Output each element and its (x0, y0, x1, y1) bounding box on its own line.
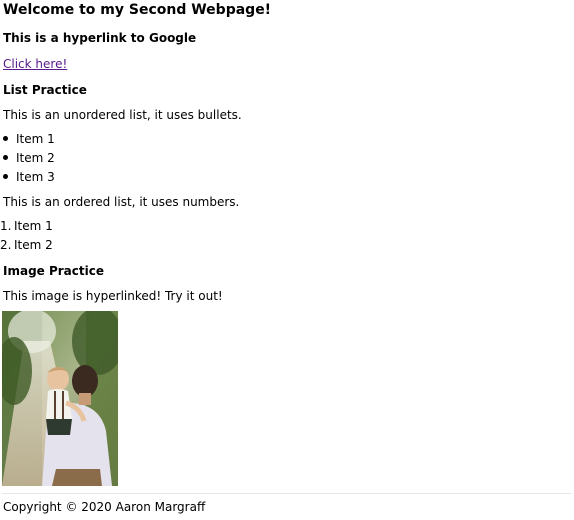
unordered-list-item: Item 2 (3, 151, 55, 165)
list-practice-heading: List Practice (3, 83, 87, 97)
unordered-list-item: Item 1 (3, 132, 55, 146)
unordered-item-label: Item 1 (16, 132, 55, 146)
ordered-list-item: 1. Item 1 (0, 219, 53, 233)
hyperlinked-photo[interactable] (2, 311, 118, 486)
list-number: 2. (0, 238, 12, 252)
list-number: 1. (0, 219, 12, 233)
hyperlink-heading: This is a hyperlink to Google (3, 31, 197, 45)
ordered-item-label: Item 2 (14, 238, 53, 252)
image-description: This image is hyperlinked! Try it out! (3, 289, 223, 303)
ordered-list-item: 2. Item 2 (0, 238, 53, 252)
unordered-item-label: Item 3 (16, 170, 55, 184)
ordered-list-description: This is an ordered list, it uses numbers… (3, 195, 240, 209)
footer-divider (2, 493, 572, 494)
unordered-item-label: Item 2 (16, 151, 55, 165)
copyright-footer: Copyright © 2020 Aaron Margraff (3, 500, 206, 514)
father-and-child-photo (2, 311, 118, 486)
ordered-item-label: Item 1 (14, 219, 53, 233)
page-title: Welcome to my Second Webpage! (3, 2, 272, 18)
bullet-icon (3, 174, 8, 179)
image-practice-heading: Image Practice (3, 264, 104, 278)
google-link[interactable]: Click here! (3, 57, 67, 71)
unordered-list-description: This is an unordered list, it uses bulle… (3, 108, 242, 122)
bullet-icon (3, 136, 8, 141)
bullet-icon (3, 155, 8, 160)
unordered-list-item: Item 3 (3, 170, 55, 184)
